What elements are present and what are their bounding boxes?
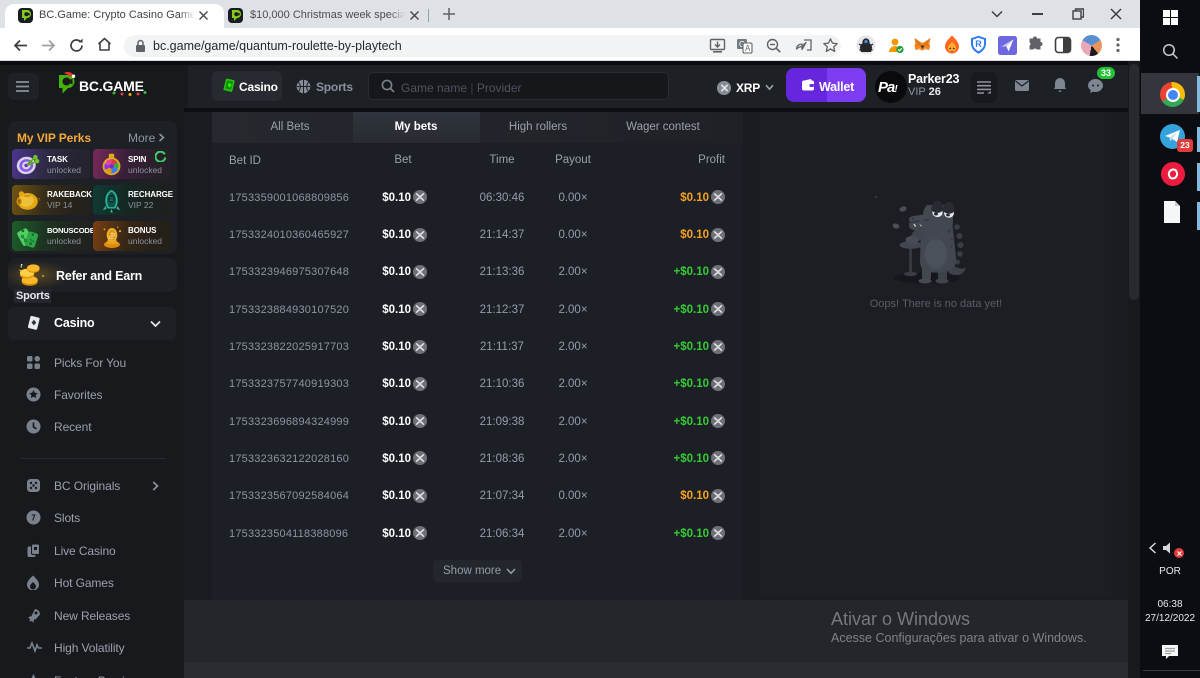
- svg-text:A: A: [745, 44, 751, 53]
- svg-text:7: 7: [31, 514, 36, 523]
- svg-text:R: R: [975, 39, 982, 49]
